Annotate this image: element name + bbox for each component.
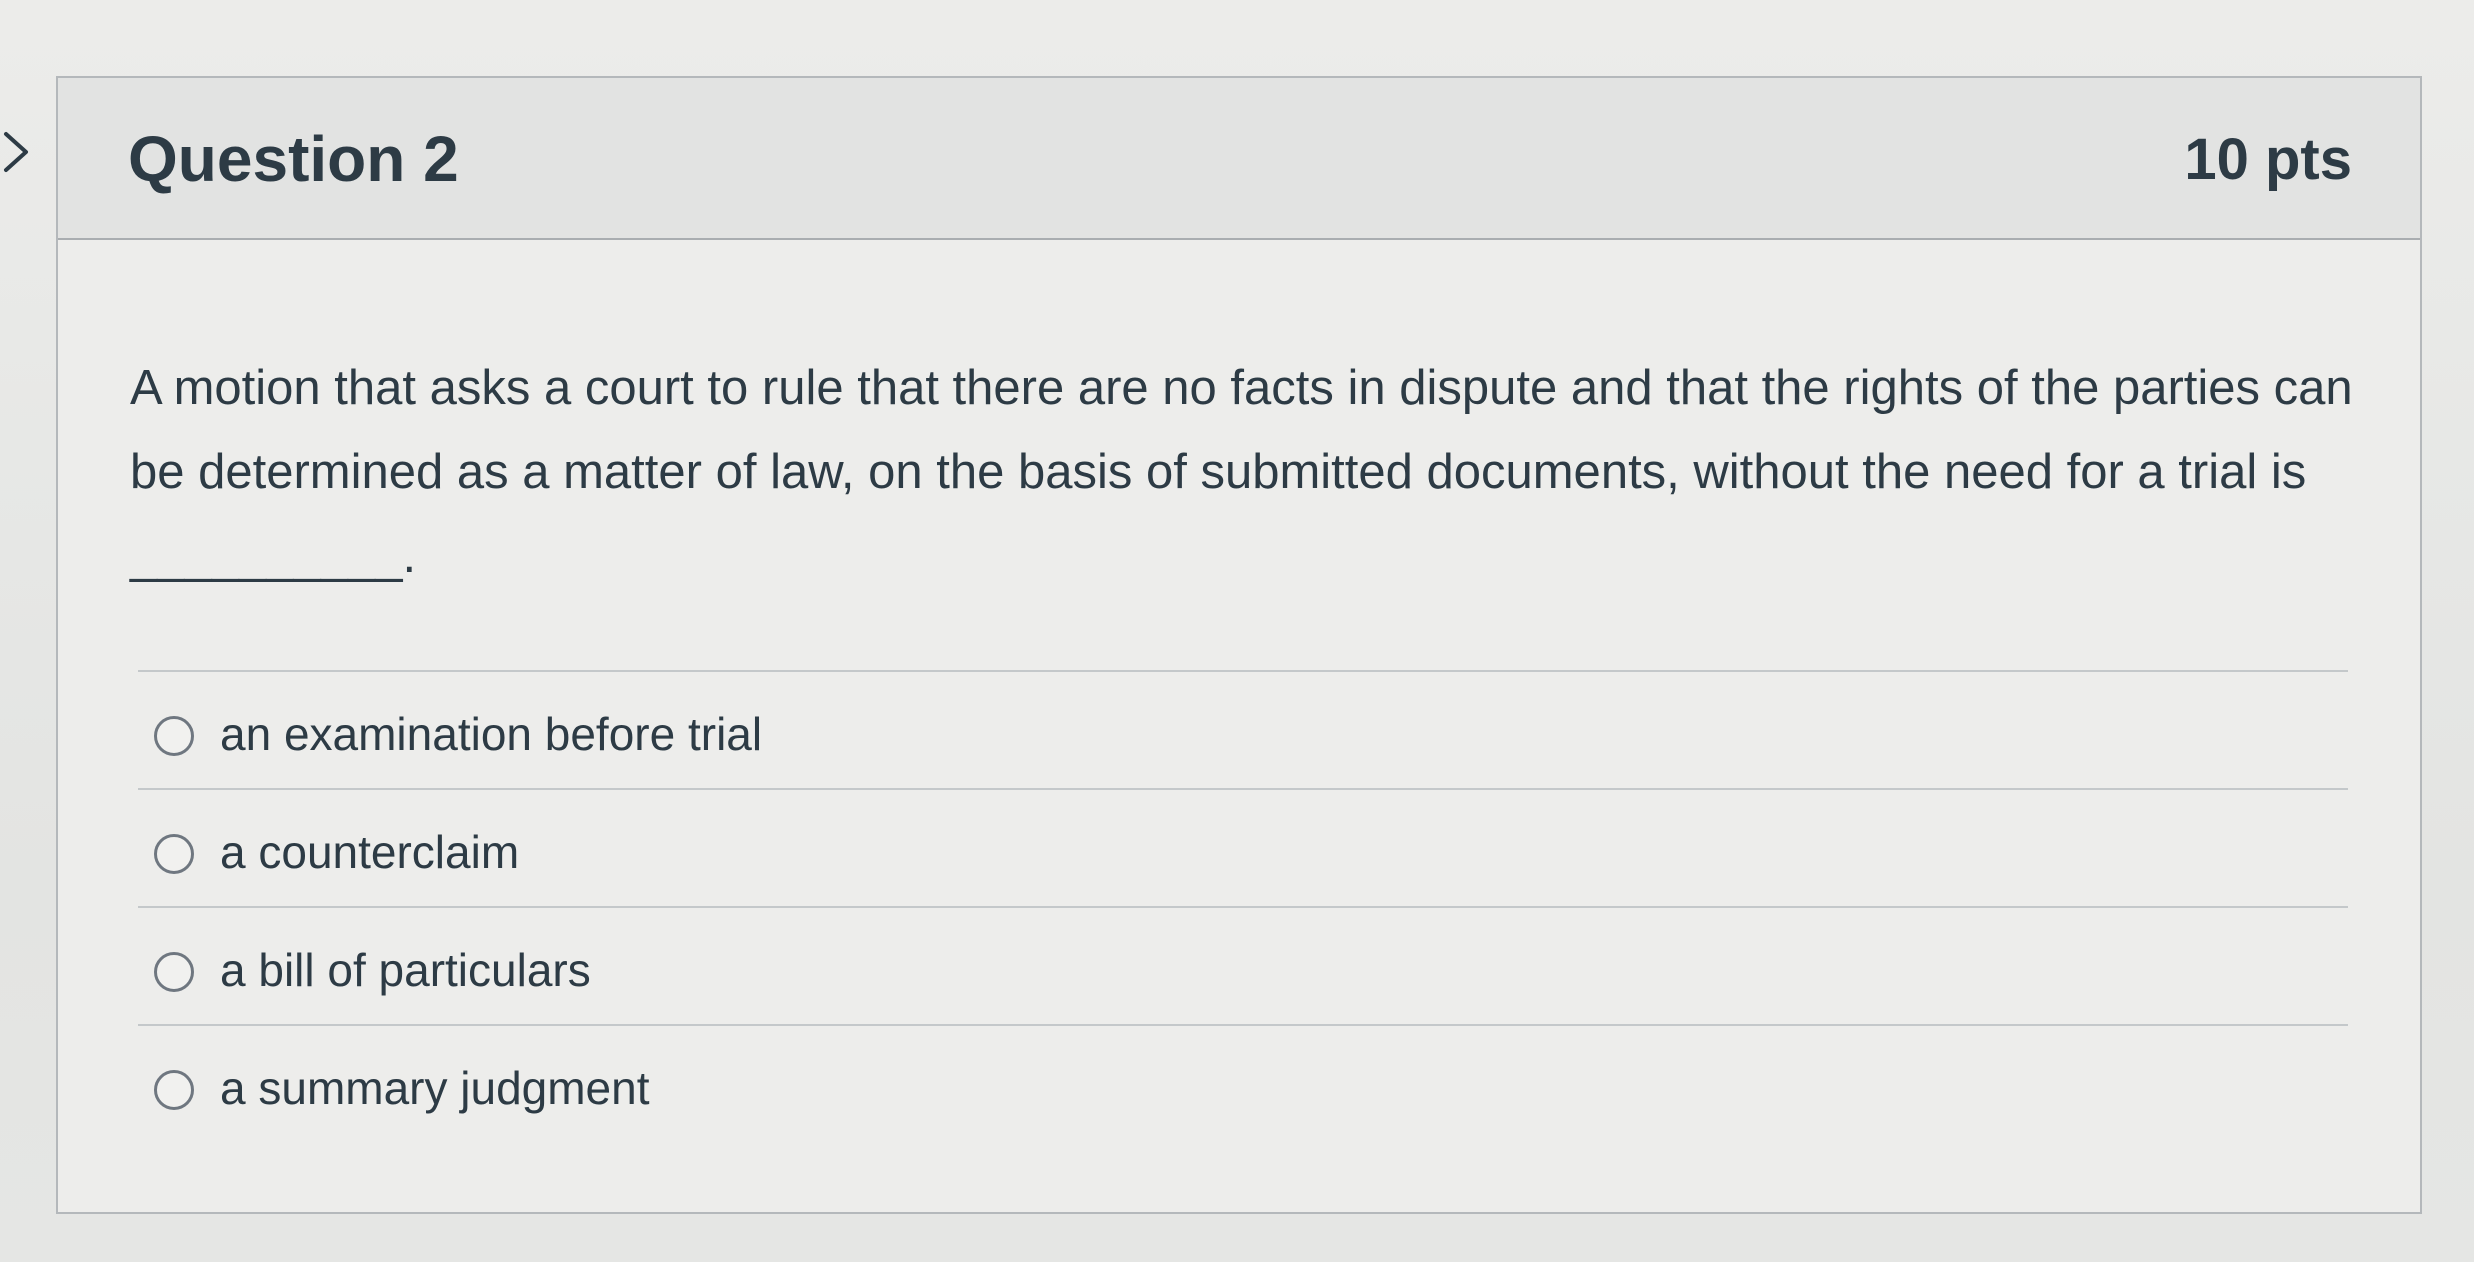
question-card: Question 2 10 pts A motion that asks a c… bbox=[56, 76, 2422, 1214]
answer-label[interactable]: a summary judgment bbox=[220, 1060, 650, 1116]
question-points: 10 pts bbox=[2184, 127, 2352, 192]
answer-radio-button[interactable] bbox=[154, 834, 194, 874]
answer-label[interactable]: an examination before trial bbox=[220, 706, 762, 762]
question-title: Question 2 bbox=[128, 123, 459, 195]
question-header: Question 2 10 pts bbox=[58, 78, 2420, 240]
answer-option-summary-judgment[interactable]: a summary judgment bbox=[138, 1024, 2348, 1142]
answer-radio-button[interactable] bbox=[154, 1070, 194, 1110]
answer-option-counterclaim[interactable]: a counterclaim bbox=[138, 788, 2348, 906]
answer-label[interactable]: a bill of particulars bbox=[220, 942, 591, 998]
answer-radio-button[interactable] bbox=[154, 952, 194, 992]
chevron-right-icon[interactable] bbox=[2, 128, 32, 176]
answer-label[interactable]: a counterclaim bbox=[220, 824, 519, 880]
answer-radio-button[interactable] bbox=[154, 716, 194, 756]
answer-option-examination-before-trial[interactable]: an examination before trial bbox=[138, 670, 2348, 788]
answer-option-bill-of-particulars[interactable]: a bill of particulars bbox=[138, 906, 2348, 1024]
question-text: A motion that asks a court to rule that … bbox=[130, 361, 2353, 583]
answer-list: an examination before trial a countercla… bbox=[138, 670, 2348, 1142]
